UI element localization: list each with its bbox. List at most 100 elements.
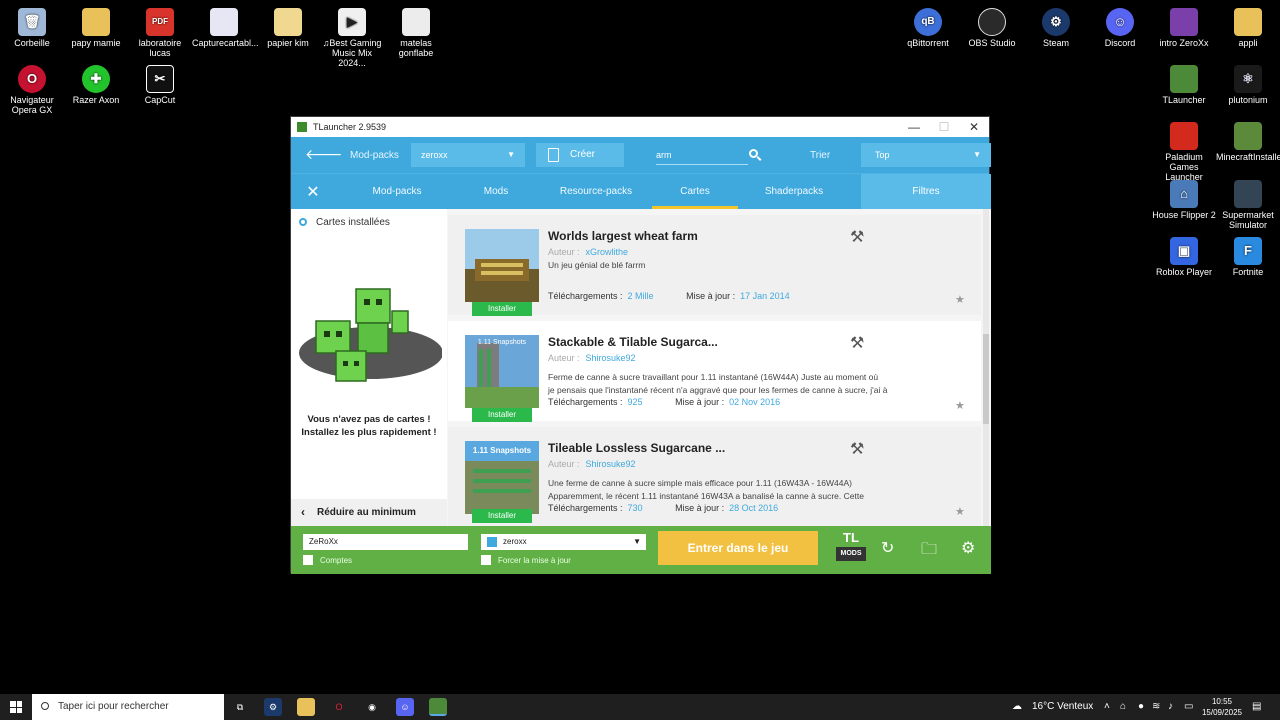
scrollbar-thumb[interactable] <box>983 334 989 424</box>
create-button[interactable]: Créer <box>536 143 624 167</box>
notification-icon[interactable]: ▤ <box>1252 694 1261 720</box>
username-field[interactable]: ZeRoXx <box>303 534 468 550</box>
description-line: je pensais que l'instantané récent n'a a… <box>548 385 888 395</box>
install-button[interactable]: Installer <box>472 302 532 316</box>
desktop-icon-papier-kim[interactable]: papier kim <box>256 4 320 48</box>
empty-message-line2: Installez les plus rapidement ! <box>301 427 437 438</box>
star-icon[interactable]: ★ <box>955 293 965 306</box>
installed-maps-link[interactable]: Cartes installées <box>299 217 390 228</box>
desktop-icon-gaming-music[interactable]: ▶ ♫Best Gaming Music Mix 2024... <box>320 4 384 68</box>
wifi-icon[interactable]: ≋ <box>1152 694 1160 720</box>
author-link[interactable]: Shirosuke92 <box>586 353 636 363</box>
desktop-icon-roblox[interactable]: ▣ Roblox Player <box>1152 233 1216 277</box>
description-line: Une ferme de canne à sucre simple mais e… <box>548 478 852 488</box>
modpack-select[interactable]: zeroxx ▼ <box>411 143 525 167</box>
accounts-checkbox[interactable]: Comptes <box>303 555 352 565</box>
star-icon[interactable]: ★ <box>955 505 965 518</box>
desktop-icon-plutonium[interactable]: ⚛ plutonium <box>1216 61 1280 105</box>
version-select[interactable]: zeroxx ▼ <box>481 534 646 550</box>
desktop-icon-house-flipper[interactable]: ⌂ House Flipper 2 <box>1152 176 1216 220</box>
tab-mods[interactable]: Mods <box>461 174 531 210</box>
map-title[interactable]: Worlds largest wheat farm <box>548 229 698 243</box>
tab-maps[interactable]: Cartes <box>652 174 738 210</box>
author-link[interactable]: xGrowlithe <box>586 247 629 257</box>
back-arrow-icon[interactable]: 🡐 <box>305 146 343 163</box>
system-clock[interactable]: 10:55 15/09/2025 <box>1202 696 1242 718</box>
desktop-icon-paladium[interactable]: Paladium Games Launcher <box>1152 118 1216 182</box>
search-input[interactable] <box>656 146 748 165</box>
desktop-icon-laboratoire[interactable]: PDF laboratoire lucas <box>128 4 192 58</box>
desktop-icon-supermarket[interactable]: Supermarket Simulator <box>1216 176 1280 230</box>
obs-taskbar-icon[interactable]: ◉ <box>363 698 381 716</box>
scrollbar[interactable] <box>983 209 989 526</box>
install-button[interactable]: Installer <box>472 408 532 422</box>
network-icon[interactable]: ⌂ <box>1120 694 1126 720</box>
reduce-button[interactable]: ‹ Réduire au minimum <box>291 499 447 526</box>
maximize-button[interactable]: ☐ <box>929 117 959 137</box>
map-card: 1.11 Snapshots Installer Tileable Lossle… <box>448 427 981 526</box>
desktop-icon-label: House Flipper 2 <box>1152 210 1216 220</box>
desktop-icon-label: TLauncher <box>1162 95 1206 105</box>
tab-shaderpacks[interactable]: Shaderpacks <box>751 174 837 210</box>
tlauncher-taskbar-icon[interactable] <box>429 698 447 716</box>
file-explorer-icon[interactable] <box>297 698 315 716</box>
tab-modpacks[interactable]: Mod-packs <box>353 174 441 210</box>
checkbox-box[interactable] <box>303 555 313 565</box>
window-titlebar[interactable]: TLauncher 2.9539 — ☐ ✕ <box>291 117 989 137</box>
desktop-icon-label: Fortnite <box>1232 267 1264 277</box>
discord-icon: ☺ <box>1106 8 1134 36</box>
microphone-icon[interactable]: ● <box>1138 694 1144 720</box>
tl-mods-logo[interactable]: TL MODS <box>836 531 866 567</box>
close-button[interactable]: ✕ <box>959 117 989 137</box>
desktop-icon-qbittorrent[interactable]: qB qBittorrent <box>896 4 960 48</box>
search-box[interactable] <box>656 143 766 167</box>
folder-icon <box>82 8 110 36</box>
gear-icon[interactable]: ⚙ <box>961 538 975 558</box>
folder-icon[interactable]: 🗀 <box>921 538 937 565</box>
volume-icon[interactable]: ♪ <box>1168 694 1173 720</box>
checkbox-box[interactable] <box>481 555 491 565</box>
updated-value: 02 Nov 2016 <box>729 397 781 407</box>
task-view-icon[interactable]: ⧉ <box>231 698 249 716</box>
desktop-icon-obs[interactable]: OBS Studio <box>960 4 1024 48</box>
filters-button[interactable]: Filtres <box>861 174 991 210</box>
minimize-button[interactable]: — <box>899 117 929 137</box>
opera-taskbar-icon[interactable]: O <box>330 698 348 716</box>
weather-text[interactable]: 16°C Venteux <box>1032 694 1093 720</box>
desktop-icon-tlauncher[interactable]: TLauncher <box>1152 61 1216 105</box>
desktop-icon-papy-mamie[interactable]: papy mamie <box>64 4 128 48</box>
install-button[interactable]: Installer <box>472 509 532 523</box>
taskbar-search[interactable]: Taper ici pour rechercher <box>32 694 224 720</box>
refresh-icon[interactable]: ↻ <box>881 538 894 558</box>
steam-taskbar-icon[interactable]: ⚙ <box>264 698 282 716</box>
star-icon[interactable]: ★ <box>955 399 965 412</box>
battery-icon[interactable]: ▭ <box>1184 694 1193 720</box>
desktop-icon-minecraft-installer[interactable]: MinecraftInstaller <box>1216 118 1280 162</box>
force-update-checkbox[interactable]: Forcer la mise à jour <box>481 555 571 565</box>
desktop-icon-discord[interactable]: ☺ Discord <box>1088 4 1152 48</box>
sort-select[interactable]: Top ▼ <box>861 143 991 167</box>
desktop-icon-matelas[interactable]: matelas gonflabe <box>384 4 448 58</box>
weather-icon[interactable]: ☁ <box>1012 694 1022 720</box>
desktop-icon-appli[interactable]: appli <box>1216 4 1280 48</box>
thumbnail-caption: 1.11 Snapshots <box>478 339 527 346</box>
tlauncher-window: TLauncher 2.9539 — ☐ ✕ 🡐 Mod-packs zerox… <box>290 116 991 574</box>
desktop-icon-razer-axon[interactable]: ✚ Razer Axon <box>64 61 128 105</box>
desktop-icon-opera-gx[interactable]: O Navigateur Opera GX <box>0 61 64 115</box>
desktop-icon-capture[interactable]: Capturecartabl... <box>192 4 259 48</box>
desktop-icon-recycle-bin[interactable]: 🗑 Corbeille <box>0 4 64 48</box>
search-icon[interactable] <box>749 149 758 158</box>
desktop-icon-capcut[interactable]: ✂ CapCut <box>128 61 192 105</box>
start-button[interactable] <box>0 694 32 720</box>
discord-taskbar-icon[interactable]: ☺ <box>396 698 414 716</box>
author-link[interactable]: Shirosuke92 <box>586 459 636 469</box>
tab-resource-packs[interactable]: Resource-packs <box>551 174 641 210</box>
play-button[interactable]: Entrer dans le jeu <box>658 531 818 565</box>
tools-icon[interactable]: ✕ <box>291 174 335 210</box>
chevron-up-icon[interactable]: ˄ <box>1104 694 1110 720</box>
desktop-icon-steam[interactable]: ⚙ Steam <box>1024 4 1088 48</box>
desktop-icon-intro-zeroxx[interactable]: intro ZeroXx <box>1152 4 1216 48</box>
map-title[interactable]: Tileable Lossless Sugarcane ... <box>548 441 725 455</box>
map-title[interactable]: Stackable & Tilable Sugarca... <box>548 335 718 349</box>
desktop-icon-fortnite[interactable]: F Fortnite <box>1216 233 1280 277</box>
